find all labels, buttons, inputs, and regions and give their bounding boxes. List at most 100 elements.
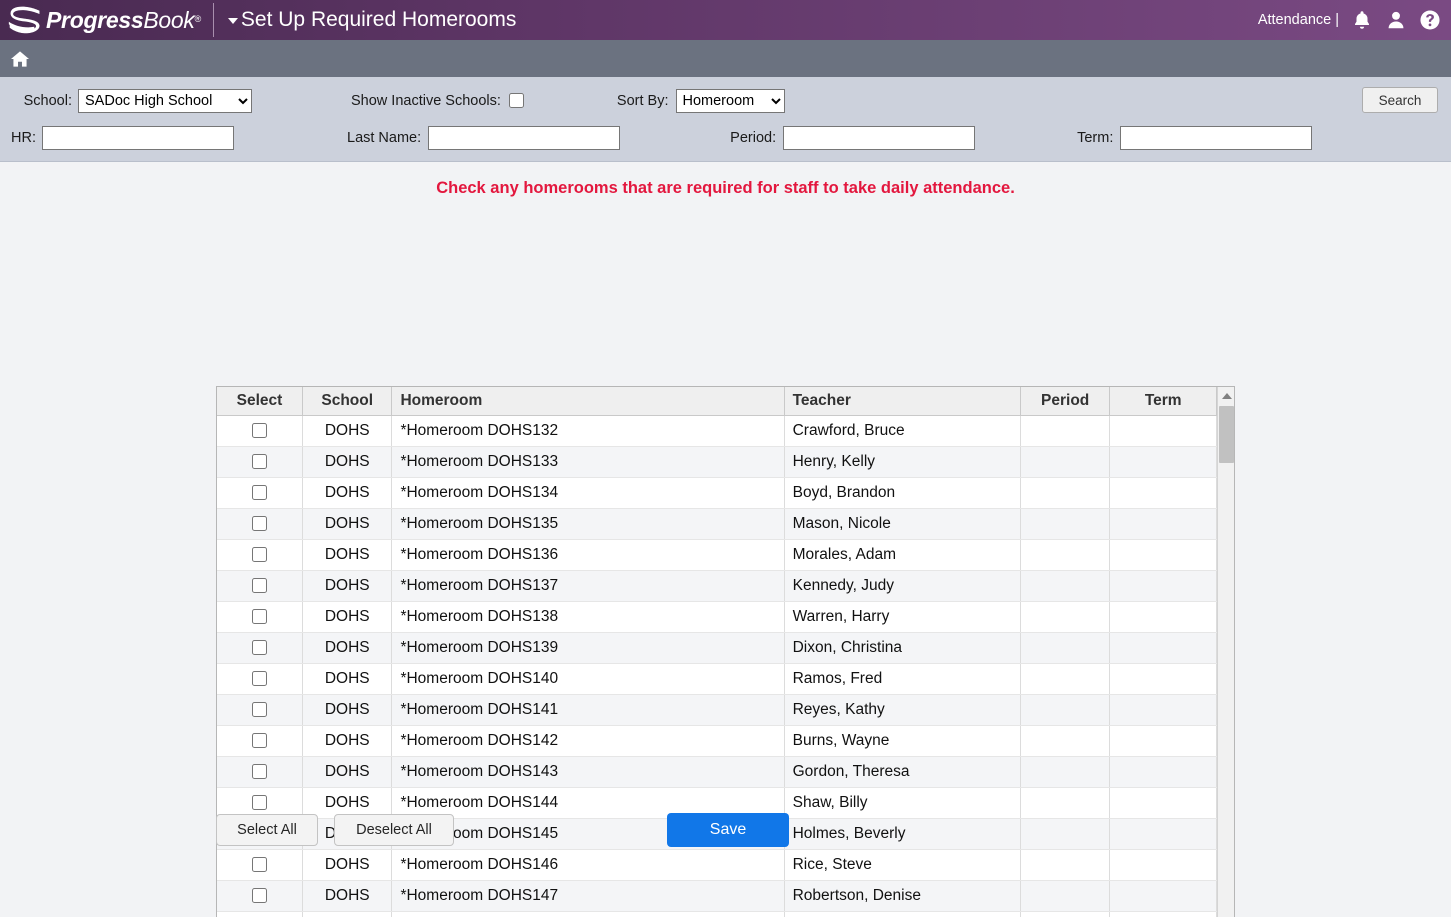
cell-school: DOHS xyxy=(302,632,393,664)
cell-period xyxy=(1020,911,1111,917)
column-header-homeroom[interactable]: Homeroom xyxy=(391,387,785,416)
cell-select[interactable] xyxy=(217,601,303,633)
column-header-school[interactable]: School xyxy=(302,387,393,416)
cell-select[interactable] xyxy=(217,756,303,788)
cell-period xyxy=(1020,570,1111,602)
cell-homeroom: *Homeroom DOHS138 xyxy=(391,601,785,633)
row-select-checkbox[interactable] xyxy=(251,670,267,686)
cell-select[interactable] xyxy=(217,508,303,540)
bell-icon[interactable] xyxy=(1351,9,1373,31)
cell-select[interactable] xyxy=(217,446,303,478)
select-all-button[interactable]: Select All xyxy=(216,814,318,846)
show-inactive-checkbox[interactable] xyxy=(508,93,524,108)
row-select-checkbox[interactable] xyxy=(251,577,267,593)
cell-select[interactable] xyxy=(217,911,303,917)
cell-select[interactable] xyxy=(217,880,303,912)
instruction-text: Check any homerooms that are required fo… xyxy=(436,179,1015,197)
row-select-checkbox[interactable] xyxy=(251,484,267,500)
cell-period xyxy=(1020,446,1111,478)
scroll-up-button[interactable] xyxy=(1218,387,1234,404)
cell-term xyxy=(1109,632,1217,664)
row-select-checkbox[interactable] xyxy=(251,701,267,717)
table-row[interactable]: DOHS *Homeroom DOHS134 Boyd, Brandon xyxy=(217,477,1217,509)
cell-select[interactable] xyxy=(217,694,303,726)
cell-select[interactable] xyxy=(217,570,303,602)
hr-input[interactable] xyxy=(42,125,234,150)
school-label: School: xyxy=(23,92,72,109)
cell-period xyxy=(1020,632,1111,664)
table-row[interactable]: DOHS *Homeroom DOHS138 Warren, Harry xyxy=(217,601,1217,633)
brand-trademark: ® xyxy=(194,13,202,24)
row-select-checkbox[interactable] xyxy=(251,453,267,469)
search-button[interactable]: Search xyxy=(1362,87,1438,113)
period-input[interactable] xyxy=(783,125,976,150)
table-row[interactable]: DOHS *Homeroom DOHS137 Kennedy, Judy xyxy=(217,570,1217,602)
column-header-select[interactable]: Select xyxy=(217,387,303,416)
module-label[interactable]: Attendance | xyxy=(1258,12,1339,28)
row-select-checkbox[interactable] xyxy=(251,794,267,810)
home-icon[interactable] xyxy=(10,50,30,68)
column-header-period[interactable]: Period xyxy=(1020,387,1111,416)
cell-school: DOHS xyxy=(302,539,393,571)
cell-select[interactable] xyxy=(217,415,303,447)
row-select-checkbox[interactable] xyxy=(251,639,267,655)
help-icon[interactable] xyxy=(1419,9,1441,31)
cell-school: DOHS xyxy=(302,415,393,447)
table-row[interactable]: DOHS *Homeroom DOHS136 Morales, Adam xyxy=(217,539,1217,571)
cell-term xyxy=(1109,880,1217,912)
brand-name-bold: Progress xyxy=(46,6,144,33)
cell-select[interactable] xyxy=(217,725,303,757)
last-name-input[interactable] xyxy=(428,125,621,150)
table-row[interactable]: DOHS*Homeroom DOHS148Hunt, Louis xyxy=(217,911,1217,917)
cell-school: DOHS xyxy=(302,880,393,912)
cell-period xyxy=(1020,756,1111,788)
cell-term xyxy=(1109,725,1217,757)
row-select-checkbox[interactable] xyxy=(251,732,267,748)
cell-term xyxy=(1109,539,1217,571)
column-header-teacher[interactable]: Teacher xyxy=(784,387,1021,416)
row-select-checkbox[interactable] xyxy=(251,515,267,531)
table-row[interactable]: DOHS *Homeroom DOHS139 Dixon, Christina xyxy=(217,632,1217,664)
cell-term xyxy=(1109,415,1217,447)
term-label: Term: xyxy=(1077,129,1114,146)
row-select-checkbox[interactable] xyxy=(251,887,267,903)
cell-school: DOHS xyxy=(302,725,393,757)
row-select-checkbox[interactable] xyxy=(251,546,267,562)
filter-row-2: HR: Last Name: Period: Term: xyxy=(0,122,1451,153)
sort-by-select[interactable]: Homeroom xyxy=(675,88,785,113)
table-row[interactable]: DOHS *Homeroom DOHS141 Reyes, Kathy xyxy=(217,694,1217,726)
cell-select[interactable] xyxy=(217,539,303,571)
table-row[interactable]: DOHS *Homeroom DOHS143 Gordon, Theresa xyxy=(217,756,1217,788)
cell-select[interactable] xyxy=(217,477,303,509)
chevron-down-icon[interactable] xyxy=(227,18,238,24)
save-button[interactable]: Save xyxy=(667,813,789,847)
scrollbar-thumb[interactable] xyxy=(1219,406,1234,463)
brand: ProgressBook® xyxy=(0,0,201,40)
cell-select[interactable] xyxy=(217,663,303,695)
table-row[interactable]: DOHS *Homeroom DOHS147 Robertson, Denise xyxy=(217,880,1217,912)
cell-teacher: Burns, Wayne xyxy=(784,725,1021,757)
cell-term xyxy=(1109,601,1217,633)
hr-label: HR: xyxy=(11,129,36,146)
term-input[interactable] xyxy=(1120,125,1313,150)
cell-select[interactable] xyxy=(217,632,303,664)
progressbook-logo-icon xyxy=(8,6,40,34)
triangle-up-icon xyxy=(1221,392,1232,399)
column-header-term[interactable]: Term xyxy=(1109,387,1217,416)
page-title-menu[interactable]: Set Up Required Homerooms xyxy=(227,8,516,32)
school-select[interactable]: SADoc High School xyxy=(78,88,252,113)
table-row[interactable]: DOHS *Homeroom DOHS142 Burns, Wayne xyxy=(217,725,1217,757)
cell-homeroom: *Homeroom DOHS139 xyxy=(391,632,785,664)
table-row[interactable]: DOHS *Homeroom DOHS133 Henry, Kelly xyxy=(217,446,1217,478)
row-select-checkbox[interactable] xyxy=(251,608,267,624)
header-actions: Attendance | xyxy=(1258,0,1441,40)
deselect-all-button[interactable]: Deselect All xyxy=(334,814,454,846)
row-select-checkbox[interactable] xyxy=(251,422,267,438)
table-row[interactable]: DOHS *Homeroom DOHS140 Ramos, Fred xyxy=(217,663,1217,695)
user-icon[interactable] xyxy=(1385,9,1407,31)
filter-bar: School: SADoc High School Show Inactive … xyxy=(0,77,1451,162)
table-row[interactable]: DOHS *Homeroom DOHS132 Crawford, Bruce xyxy=(217,415,1217,447)
row-select-checkbox[interactable] xyxy=(251,763,267,779)
cell-term xyxy=(1109,570,1217,602)
table-row[interactable]: DOHS *Homeroom DOHS135 Mason, Nicole xyxy=(217,508,1217,540)
